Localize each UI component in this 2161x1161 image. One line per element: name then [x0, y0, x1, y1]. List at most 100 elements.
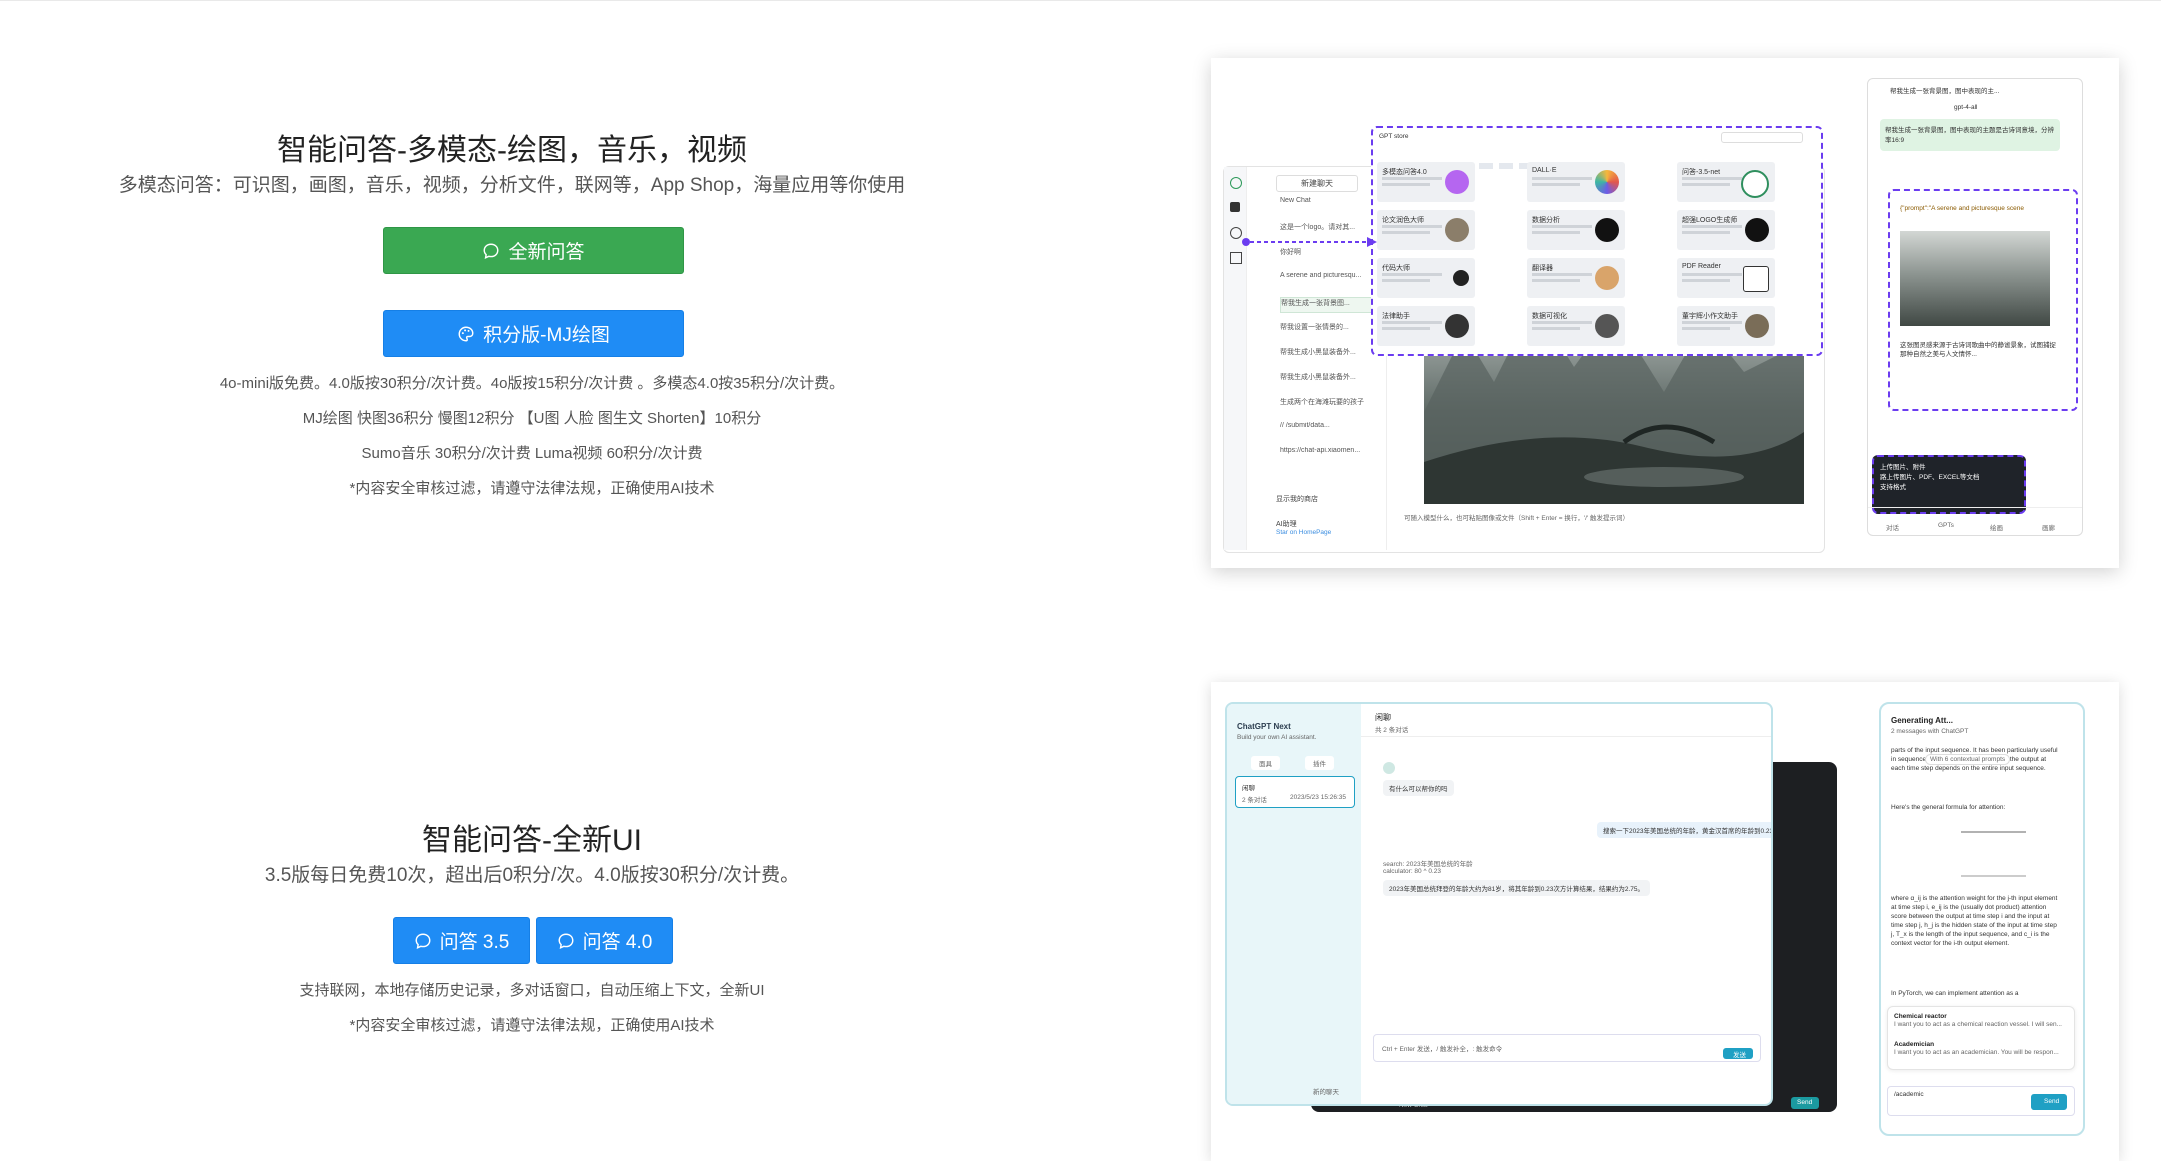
chat-icon[interactable] — [1230, 177, 1242, 189]
chat35-label: 问答 3.5 — [439, 932, 510, 953]
next-app-subtitle: Build your own AI assistant. — [1237, 734, 1317, 741]
history-item[interactable]: 帮我生成小黑鼠装备外... — [1280, 372, 1400, 386]
section1-title: 智能问答-多模态-绘图，音乐，视频 — [277, 134, 747, 167]
chat40-label: 问答 4.0 — [582, 932, 653, 953]
mobile-chat-panel: 帮我生成一张背景图，图中表现的主... gpt-4-all 帮我生成一张背景图，… — [1867, 78, 2083, 536]
writer-avatar-icon — [1745, 314, 1769, 338]
store-card-title: 数据分析 — [1532, 217, 1560, 224]
store-card-title: 法律助手 — [1382, 313, 1410, 320]
ai-answer-box: {"prompt":"A serene and picturesque scen… — [1888, 189, 2078, 411]
bot-message: 有什么可以帮你的吗 — [1383, 780, 1454, 796]
store-card-title: 超强LOGO生成师 — [1682, 217, 1738, 224]
chat-bubble-icon — [415, 933, 431, 949]
store-card[interactable]: 翻译器 — [1527, 258, 1625, 298]
chat-input-placeholder[interactable]: 可随入模型什么，也可粘贴图像或文件（Shift + Enter = 换行，'/'… — [1404, 512, 1784, 522]
dark-send-button[interactable]: Send — [1791, 1097, 1819, 1109]
user-message-text: 帮我生成一张背景图，图中表现的主题是古诗词意境，分辨率16:9 — [1885, 127, 2054, 144]
chat-item-title: 闲聊 — [1242, 785, 1255, 792]
store-card[interactable]: 法律助手 — [1377, 306, 1475, 346]
store-card[interactable]: 超强LOGO生成师 — [1677, 210, 1775, 250]
mask-button[interactable]: 面具 — [1251, 756, 1280, 770]
openai-avatar-icon — [1741, 170, 1769, 198]
prompt2-text: I want you to act as an academician. You… — [1894, 1049, 2059, 1056]
bot-avatar-icon — [1383, 762, 1395, 774]
mobile-chat-title: 帮我生成一张背景图，图中表现的主... — [1890, 88, 2000, 95]
next-app-name: ChatGPT Next — [1237, 722, 1291, 731]
store-card-title: 董宇辉小作文助手 — [1682, 313, 1738, 320]
nav-draw[interactable]: 绘画 — [1990, 522, 2003, 532]
nav-gallery[interactable]: 画廊 — [2042, 522, 2055, 532]
mobile-input-text: /academic — [1894, 1091, 1924, 1098]
attention-formula — [1961, 831, 2026, 877]
terminal-avatar-icon — [1595, 218, 1619, 242]
store-card-title: DALL·E — [1532, 167, 1557, 174]
next-input-placeholder: Ctrl + Enter 发送，/ 触发补全，: 触发命令 — [1382, 1046, 1503, 1053]
history-item[interactable]: // /submit/data... — [1280, 422, 1400, 436]
send-button[interactable]: 发送 — [1723, 1048, 1753, 1059]
prompt2-title[interactable]: Academician — [1894, 1041, 1934, 1048]
logo-avatar-icon — [1745, 218, 1769, 242]
prompt1-text: I want you to act as a chemical reaction… — [1894, 1021, 2062, 1028]
chat-bubble-icon — [558, 933, 574, 949]
context-prompts-pill[interactable]: With 6 contextual prompts — [1925, 754, 2011, 765]
user-message: 搜索一下2023年美国总统的年龄，黄金汉首席的年龄到0.23次方的结果是多少。 — [1597, 822, 1771, 838]
gallery-icon[interactable] — [1230, 252, 1242, 264]
chat40-button[interactable]: 问答 4.0 — [536, 917, 673, 964]
mj-draw-button[interactable]: 积分版-MJ绘图 — [383, 310, 684, 357]
translator-avatar-icon — [1595, 266, 1619, 290]
upload-tooltip-text: 上传图片、附件 路上传图片、PDF、EXCEL等文档 支持格式 — [1880, 464, 1980, 491]
nav-gpts[interactable]: GPTs — [1938, 522, 1954, 529]
store-card[interactable]: 数据可视化 — [1527, 306, 1625, 346]
new-chat-link[interactable]: 新的聊天 — [1313, 1086, 1339, 1096]
store-card[interactable]: 董宇辉小作文助手 — [1677, 306, 1775, 346]
law-avatar-icon — [1445, 314, 1469, 338]
mobile-text-2: where α_ij is the attention weight for t… — [1891, 895, 2058, 947]
show-store-link[interactable]: 显示我的商店 — [1276, 494, 1318, 504]
user-subtitle[interactable]: Star on HomePage — [1276, 529, 1331, 536]
chat-list-item[interactable]: 闲聊 2 条对话 2023/5/23 15:26:35 — [1235, 776, 1355, 808]
answer-image — [1900, 231, 2050, 326]
multimodal-preview-image: 新建聊天 New Chat 这是一个logo。请对其... 你好啊 A sere… — [1211, 58, 2119, 568]
section2-title: 智能问答-全新UI — [422, 824, 642, 857]
section1-note-4: *内容安全审核过滤，请遵守法律法规，正确使用AI技术 — [349, 480, 715, 497]
chat-title: 闲聊 — [1375, 713, 1391, 722]
section1-note-1: 4o-mini版免费。4.0版按30积分/次计费。4o版按15积分/次计费 。多… — [219, 375, 845, 392]
new-chat-label: 全新问答 — [508, 242, 585, 263]
section2-subtitle: 3.5版每日免费10次，超出后0积分/次。4.0版按30积分/次计费。 — [264, 865, 800, 886]
code-avatar-icon — [1453, 270, 1469, 286]
prompt1-title[interactable]: Chemical reactor — [1894, 1013, 1947, 1020]
model-selector[interactable]: gpt-4-all — [1954, 104, 1977, 111]
next-chat-input[interactable]: Ctrl + Enter 发送，/ 触发补全，: 触发命令 — [1373, 1034, 1761, 1062]
new-chat-tab[interactable]: 新建聊天 — [1276, 175, 1358, 192]
store-card[interactable]: DALL·E — [1527, 162, 1625, 202]
store-card[interactable]: 代码大师 — [1377, 258, 1475, 298]
user-name: AI助理 — [1276, 521, 1297, 528]
history-item[interactable]: https://chat-api.xiaomen... — [1280, 447, 1400, 461]
store-card-title: 翻译器 — [1532, 265, 1553, 272]
store-card[interactable]: 问答-3.5-net — [1677, 162, 1775, 202]
plugin-button[interactable]: 插件 — [1305, 756, 1334, 770]
mobile-send-button[interactable]: Send — [2031, 1094, 2067, 1110]
store-card[interactable]: 论文润色大师 — [1377, 210, 1475, 250]
store-card[interactable]: 数据分析 — [1527, 210, 1625, 250]
new-chat-button[interactable]: 全新问答 — [383, 227, 684, 274]
section1-note-3: Sumo音乐 30积分/次计费 Luma视频 60积分/次计费 — [361, 445, 703, 462]
section2-note-2: *内容安全审核过滤，请遵守法律法规，正确使用AI技术 — [349, 1017, 715, 1034]
store-card[interactable]: 多模态问答4.0 — [1377, 162, 1475, 202]
icon-rail — [1224, 167, 1247, 550]
search-step: search: 2023年美国总统的年龄 — [1383, 861, 1473, 868]
chat35-button[interactable]: 问答 3.5 — [393, 917, 530, 964]
store-card[interactable]: PDF Reader — [1677, 258, 1775, 298]
section2-note-1: 支持联网，本地存储历史记录，多对话窗口，自动压缩上下文，全新UI — [299, 982, 765, 999]
store-search-input[interactable] — [1721, 132, 1803, 143]
store-card-title: 论文润色大师 — [1382, 217, 1424, 224]
chat-item-time: 2023/5/23 15:26:35 — [1290, 794, 1347, 801]
store-card-title: PDF Reader — [1682, 263, 1721, 270]
section1-subtitle: 多模态问答：可识图，画图，音乐，视频，分析文件，联网等，App Shop，海量应… — [118, 175, 906, 196]
chat-subtitle: 共 2 条对话 — [1375, 727, 1409, 734]
mobile-text-3: In PyTorch, we can implement attention a… — [1891, 990, 2019, 997]
gpts-icon[interactable] — [1230, 202, 1240, 212]
nav-chat[interactable]: 对话 — [1886, 522, 1899, 532]
history-item[interactable]: 生成两个在海滩玩要的孩子 — [1280, 397, 1400, 411]
mobile-title: Generating Att... — [1891, 716, 1953, 725]
